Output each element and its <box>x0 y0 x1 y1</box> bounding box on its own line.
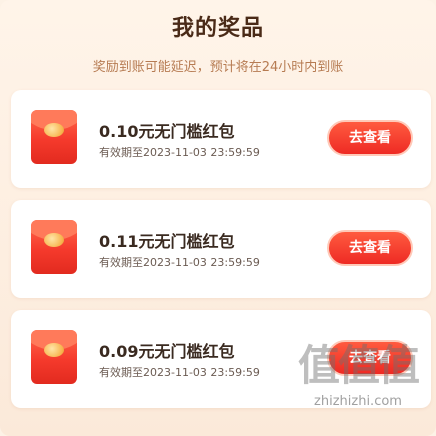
page-title: 我的奖品 <box>171 16 264 41</box>
prize-card: 0.11元无门槛红包 有效期至2023-11-03 23:59:59 去查看 <box>11 200 431 298</box>
envelope-seal <box>44 233 64 247</box>
prize-expiry: 有效期至2023-11-03 23:59:59 <box>99 146 260 159</box>
watermark-url: zhizhizhi.com <box>314 394 402 409</box>
prize-name: 0.09元无门槛红包 <box>99 342 235 361</box>
site-watermark: 值值值 zhizhizhi.com <box>283 340 433 430</box>
view-prize-button[interactable]: 去查看 <box>327 120 413 156</box>
prize-expiry: 有效期至2023-11-03 23:59:59 <box>99 256 260 269</box>
red-envelope-icon <box>31 220 77 274</box>
red-envelope-icon <box>31 330 77 384</box>
view-prize-button[interactable]: 去查看 <box>327 230 413 266</box>
prize-card: 0.10元无门槛红包 有效期至2023-11-03 23:59:59 去查看 <box>11 90 431 188</box>
prizes-panel: 我的奖品 奖励到账可能延迟，预计将在24小时内到账 0.10元无门槛红包 有效期… <box>0 0 436 436</box>
prize-name: 0.10元无门槛红包 <box>99 122 235 141</box>
envelope-seal <box>44 123 64 137</box>
prize-name: 0.11元无门槛红包 <box>99 232 235 251</box>
envelope-seal <box>44 343 64 357</box>
watermark-logo: 值值值 <box>297 341 420 390</box>
delay-notice: 奖励到账可能延迟，预计将在24小时内到账 <box>92 60 344 75</box>
red-envelope-icon <box>31 110 77 164</box>
prize-expiry: 有效期至2023-11-03 23:59:59 <box>99 366 260 379</box>
